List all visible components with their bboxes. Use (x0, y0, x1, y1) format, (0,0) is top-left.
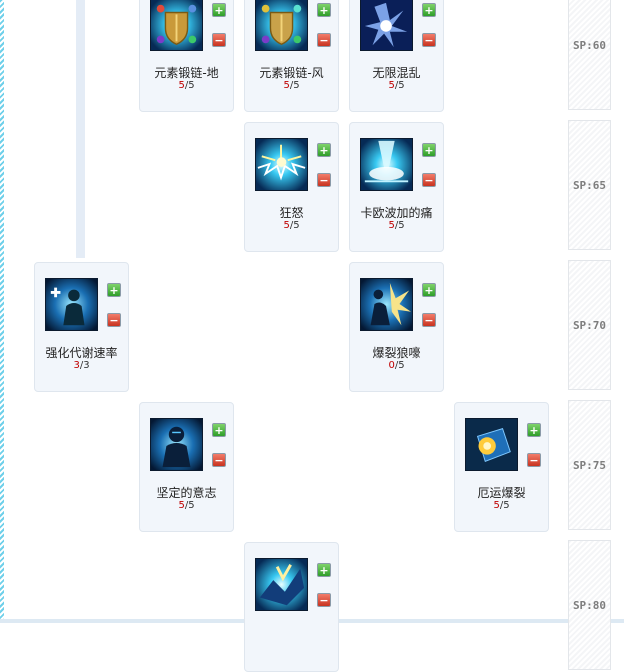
earth-shield-icon[interactable] (150, 0, 203, 51)
increase-skill-button[interactable]: + (317, 143, 331, 157)
skill-level-max: 5 (188, 500, 195, 511)
decrease-skill-button[interactable]: − (107, 313, 121, 327)
skill-level-max: 5 (398, 80, 405, 91)
sp-label: SP:70 (572, 318, 607, 332)
increase-skill-button[interactable]: + (212, 3, 226, 17)
skill-card-explosive-howl: + − 爆裂狼嚎 0/5 (349, 262, 444, 392)
sp-label: SP:75 (572, 458, 607, 472)
sp-level-70: SP:70 (568, 260, 611, 390)
increase-skill-button[interactable]: + (422, 3, 436, 17)
skill-card-metabolism: + − 强化代谢速率 3/3 (34, 262, 129, 392)
skill-level-max: 5 (503, 500, 510, 511)
sp-level-75: SP:75 (568, 400, 611, 530)
increase-skill-button[interactable]: + (422, 283, 436, 297)
skill-level-max: 5 (398, 360, 405, 371)
increase-skill-button[interactable]: + (527, 423, 541, 437)
sp-label: SP:65 (572, 178, 607, 192)
skill-level-max: 3 (83, 360, 90, 371)
wind-shield-icon[interactable] (255, 0, 308, 51)
skill-level-max: 5 (398, 220, 405, 231)
skill-card-wind-chain: + − 元素锻链-风 5/5 (244, 0, 339, 112)
skill-level: 5/5 (455, 500, 548, 511)
skill-level: 5/5 (350, 220, 443, 231)
skill-level: 3/3 (35, 360, 128, 371)
skill-level: 5/5 (140, 500, 233, 511)
decrease-skill-button[interactable]: − (422, 313, 436, 327)
sp-level-60: SP:60 (568, 0, 611, 110)
decrease-skill-button[interactable]: − (527, 453, 541, 467)
skill-name: 卡欧波加的痛 (360, 206, 433, 220)
skill-level: 5/5 (245, 80, 338, 91)
skill-name: 无限混乱 (372, 66, 421, 80)
skill-level-max: 5 (293, 220, 300, 231)
skill-card-fury: + − 狂怒 5/5 (244, 122, 339, 252)
increase-skill-button[interactable]: + (317, 563, 331, 577)
decrease-skill-button[interactable]: − (212, 453, 226, 467)
decrease-skill-button[interactable]: − (317, 593, 331, 607)
sp-level-65: SP:65 (568, 120, 611, 250)
skill-level: 0/5 (350, 360, 443, 371)
skill-card-crystal-strike: + − (244, 542, 339, 672)
decrease-skill-button[interactable]: − (317, 33, 331, 47)
skill-name: 元素锻链-地 (154, 66, 219, 80)
skill-card-firm-will: + − 坚定的意志 5/5 (139, 402, 234, 532)
doom-burst-icon[interactable] (465, 418, 518, 471)
decrease-skill-button[interactable]: − (422, 33, 436, 47)
skill-card-infinite-chaos: + − 无限混乱 5/5 (349, 0, 444, 112)
skill-name: 元素锻链-风 (259, 66, 324, 80)
left-border-stripe (0, 0, 4, 623)
skill-level-max: 5 (293, 80, 300, 91)
crystal-strike-icon[interactable] (255, 558, 308, 611)
increase-skill-button[interactable]: + (422, 143, 436, 157)
sp-level-80: SP:80 (568, 540, 611, 670)
sp-label: SP:80 (572, 598, 607, 612)
skill-name: 坚定的意志 (156, 486, 217, 500)
decrease-skill-button[interactable]: − (212, 33, 226, 47)
infinite-chaos-icon[interactable] (360, 0, 413, 51)
skill-level: 5/5 (350, 80, 443, 91)
skill-level: 5/5 (245, 220, 338, 231)
skill-name: 厄运爆裂 (477, 486, 526, 500)
decrease-skill-button[interactable]: − (317, 173, 331, 187)
increase-skill-button[interactable]: + (317, 3, 331, 17)
explosive-howl-icon[interactable] (360, 278, 413, 331)
fury-icon[interactable] (255, 138, 308, 191)
skill-level-max: 5 (188, 80, 195, 91)
firm-will-icon[interactable] (150, 418, 203, 471)
skill-name: 爆裂狼嚎 (372, 346, 421, 360)
skill-name: 强化代谢速率 (45, 346, 118, 360)
sp-label: SP:60 (572, 38, 607, 52)
skill-tree-connector (76, 0, 85, 258)
decrease-skill-button[interactable]: − (422, 173, 436, 187)
increase-skill-button[interactable]: + (107, 283, 121, 297)
increase-skill-button[interactable]: + (212, 423, 226, 437)
pain-burst-icon[interactable] (360, 138, 413, 191)
skill-level: 5/5 (140, 80, 233, 91)
skill-card-pain: + − 卡欧波加的痛 5/5 (349, 122, 444, 252)
skill-card-earth-chain: + − 元素锻链-地 5/5 (139, 0, 234, 112)
metabolism-icon[interactable] (45, 278, 98, 331)
skill-name: 狂怒 (279, 206, 304, 220)
skill-card-doom-burst: + − 厄运爆裂 5/5 (454, 402, 549, 532)
